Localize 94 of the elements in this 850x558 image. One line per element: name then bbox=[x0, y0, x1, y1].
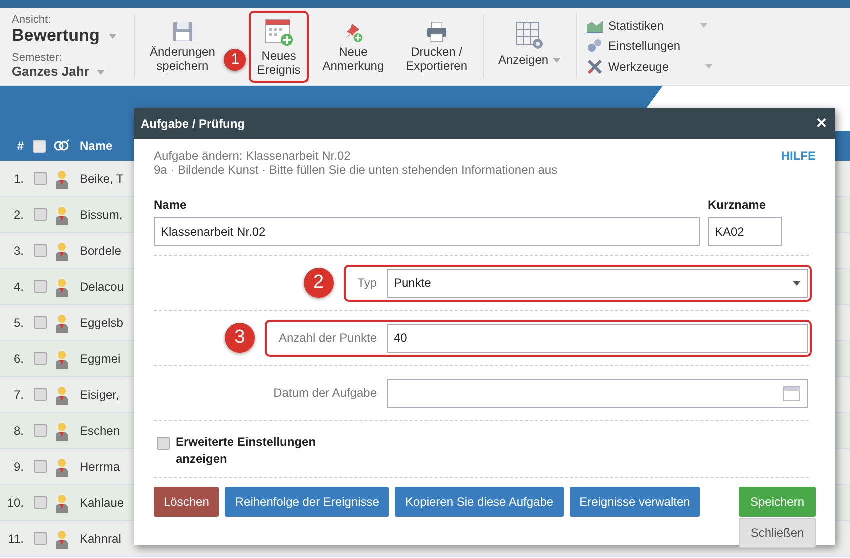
row-number: 6. bbox=[12, 352, 25, 366]
dialog-button[interactable]: Schließen bbox=[739, 518, 816, 548]
row-checkbox[interactable] bbox=[34, 280, 46, 293]
dialog-info: 9a · Bildende Kunst · Bitte füllen Sie die unten stehenden Informationen aus bbox=[154, 163, 558, 177]
toolbar-button-label: Drucken / Exportieren bbox=[406, 44, 468, 72]
column-header: Name bbox=[79, 139, 113, 153]
menu-item[interactable]: Einstellungen bbox=[586, 38, 714, 52]
student-icon bbox=[54, 528, 68, 548]
dialog-title: Aufgabe / Prüfung bbox=[141, 116, 245, 130]
student-icon bbox=[54, 384, 68, 404]
callout-badge: 2 bbox=[304, 268, 334, 298]
row-checkbox[interactable] bbox=[34, 244, 46, 257]
column-header: # bbox=[16, 139, 25, 153]
calendar-icon bbox=[783, 384, 801, 402]
student-name: Bordele bbox=[79, 244, 122, 258]
semester-selector[interactable]: Ganzes Jahr bbox=[12, 64, 118, 79]
dialog-button[interactable]: Kopieren Sie diese Aufgabe bbox=[395, 487, 564, 517]
chart-icon bbox=[586, 18, 603, 32]
student-name: Delacou bbox=[79, 280, 124, 294]
dialog-subtitle: Aufgabe ändern: Klassenarbeit Nr.02 bbox=[154, 149, 352, 163]
row-checkbox[interactable] bbox=[34, 496, 46, 509]
student-name: Kahlaue bbox=[79, 496, 124, 510]
field-label: Kurzname bbox=[708, 198, 768, 212]
callout-badge: 1 bbox=[224, 48, 246, 70]
row-checkbox[interactable] bbox=[34, 532, 46, 545]
row-number: 2. bbox=[12, 208, 25, 222]
row-checkbox[interactable] bbox=[34, 352, 46, 365]
toolbar-button[interactable]: Anzeigen bbox=[490, 14, 569, 78]
row-checkbox[interactable] bbox=[34, 460, 46, 473]
student-name: Bissum, bbox=[79, 208, 123, 222]
dialog-button[interactable]: Ereignisse verwalten bbox=[570, 487, 700, 517]
field-label: Anzahl der Punkte bbox=[278, 331, 378, 345]
student-icon bbox=[54, 168, 68, 188]
select-all-checkbox[interactable] bbox=[32, 140, 46, 152]
toolbar-button-label: Neue Anmerkung bbox=[322, 44, 384, 72]
toolbar-button[interactable]: Drucken / Exportieren bbox=[398, 14, 476, 78]
student-name: Eisiger, bbox=[79, 388, 120, 402]
toolbar-button-label: Änderungen speichern bbox=[150, 44, 216, 72]
student-name: Eschen bbox=[79, 424, 120, 438]
semester-label: Semester: bbox=[12, 52, 64, 64]
type-dropdown[interactable]: Punkte bbox=[387, 268, 808, 298]
student-icon bbox=[54, 348, 68, 368]
student-name: Herrma bbox=[79, 460, 120, 474]
row-number: 1. bbox=[12, 172, 25, 186]
student-icon bbox=[54, 420, 68, 440]
row-checkbox[interactable] bbox=[34, 316, 46, 329]
grid-gear-icon bbox=[514, 20, 545, 50]
student-name: Eggmei bbox=[79, 352, 121, 366]
gender-icon bbox=[54, 139, 70, 153]
advanced-settings-label: Erweiterte Einstellungen anzeigen bbox=[176, 434, 318, 468]
menu-item[interactable]: Statistiken bbox=[586, 18, 714, 32]
callout-badge: 3 bbox=[224, 323, 255, 353]
row-number: 4. bbox=[12, 280, 25, 294]
row-number: 5. bbox=[12, 316, 25, 330]
row-checkbox[interactable] bbox=[34, 424, 46, 437]
view-selector[interactable]: Bewertung bbox=[12, 26, 118, 46]
points-field[interactable]: 40 bbox=[387, 324, 808, 352]
toolbar-button[interactable]: Neue Anmerkung bbox=[314, 14, 392, 78]
student-icon bbox=[54, 492, 68, 512]
field-label: Name bbox=[154, 198, 188, 212]
toolbar-button-label: Anzeigen bbox=[498, 52, 561, 66]
date-field[interactable] bbox=[387, 378, 808, 408]
calendar-plus-icon bbox=[264, 16, 294, 46]
row-number: 10. bbox=[6, 496, 25, 510]
field-label: Typ bbox=[356, 276, 378, 290]
row-number: 8. bbox=[12, 424, 25, 438]
toolbar-button[interactable]: Änderungen speichern bbox=[142, 14, 224, 78]
student-name: Beike, T bbox=[79, 172, 124, 186]
close-button[interactable]: × bbox=[816, 113, 827, 134]
row-checkbox[interactable] bbox=[34, 208, 46, 221]
dialog-button[interactable]: Reihenfolge der Ereignisse bbox=[225, 487, 390, 517]
student-icon bbox=[54, 312, 68, 332]
view-label: Ansicht: bbox=[12, 14, 52, 26]
student-icon bbox=[54, 240, 68, 260]
student-icon bbox=[54, 204, 68, 224]
menu-item[interactable]: Werkzeuge bbox=[586, 58, 714, 74]
field-label: Datum der Aufgabe bbox=[272, 386, 378, 400]
dialog-button[interactable]: Löschen bbox=[154, 487, 220, 517]
advanced-checkbox[interactable] bbox=[157, 437, 170, 450]
student-name: Eggelsb bbox=[79, 316, 124, 330]
row-checkbox[interactable] bbox=[34, 388, 46, 401]
row-number: 11. bbox=[7, 532, 25, 546]
toolbar-button-label: Neues Ereignis bbox=[257, 48, 301, 76]
row-number: 9. bbox=[12, 460, 25, 474]
short-name-field[interactable]: KA02 bbox=[708, 217, 782, 246]
student-name: Kahnral bbox=[79, 532, 122, 546]
toolbar-button[interactable]: Neues Ereignis bbox=[249, 10, 309, 82]
student-icon bbox=[54, 276, 68, 296]
row-checkbox[interactable] bbox=[34, 172, 46, 185]
tools-icon bbox=[586, 58, 603, 74]
row-number: 3. bbox=[12, 244, 25, 258]
row-number: 7. bbox=[12, 388, 25, 402]
student-icon bbox=[54, 456, 68, 476]
name-field[interactable]: Klassenarbeit Nr.02 bbox=[154, 217, 700, 246]
